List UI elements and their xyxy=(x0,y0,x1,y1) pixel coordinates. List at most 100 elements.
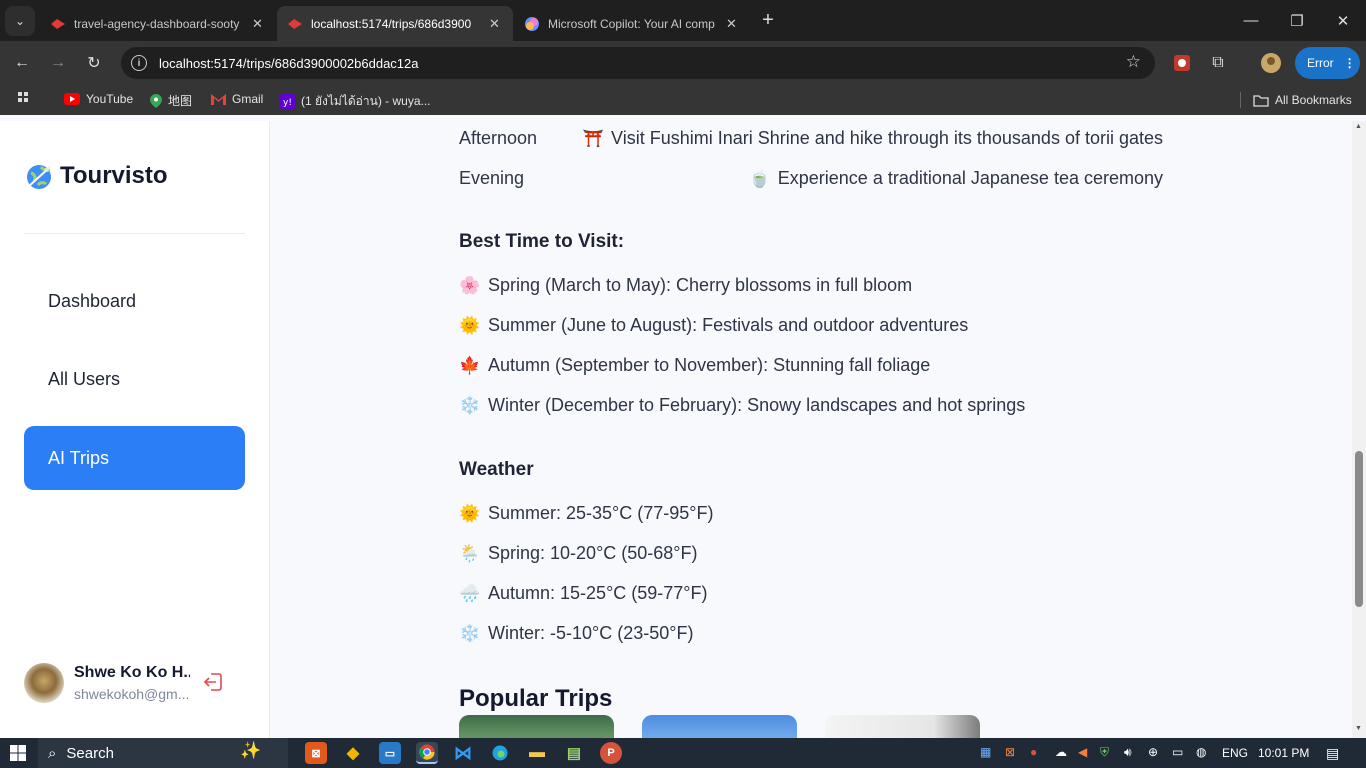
onedrive-icon[interactable]: ☁ xyxy=(1055,745,1067,759)
xampp-icon[interactable]: ⊠ xyxy=(305,742,327,764)
bookmark-star-icon[interactable]: ☆ xyxy=(1126,52,1141,72)
page-viewport: Tourvisto Dashboard All Users AI Trips S… xyxy=(0,121,1352,738)
user-name: Shwe Ko Ko H... xyxy=(74,664,190,681)
xampp-tray-icon[interactable]: ⊠ xyxy=(1005,745,1015,759)
duck-app-icon[interactable]: ◆ xyxy=(342,742,364,764)
volume-icon[interactable]: 🔊︎ xyxy=(1124,745,1132,760)
list-item: 🌞 Summer: 25-35°C (77-95°F) xyxy=(459,503,714,523)
brand-name: Tourvisto xyxy=(60,162,168,189)
extensions-puzzle-icon[interactable]: ⧉ xyxy=(1206,51,1230,75)
error-label: Error xyxy=(1307,56,1334,70)
address-bar[interactable]: i localhost:5174/trips/686d3900002b6ddac… xyxy=(121,47,1155,79)
extension-icon[interactable] xyxy=(1170,51,1194,75)
snowflake-icon: ❄️ xyxy=(459,396,481,415)
restore-button[interactable]: ❐ xyxy=(1274,0,1320,41)
notification-icon[interactable]: ▤ xyxy=(1326,745,1339,762)
list-item: ❄️ Winter: -5-10°C (23-50°F) xyxy=(459,623,694,643)
file-explorer-icon[interactable]: ▬ xyxy=(526,742,548,764)
language-indicator[interactable]: ENG xyxy=(1222,746,1248,760)
bookmarks-bar: YouTube 地图 Gmail y! (1 ยังไม่ได้อ่าน) - w… xyxy=(0,85,1366,115)
yahoo-icon: y! xyxy=(280,94,295,109)
bookmark-maps[interactable]: 地图 xyxy=(150,92,192,109)
trip-card-image[interactable] xyxy=(825,715,980,738)
browser-tab-strip: ⌄ travel-agency-dashboard-sooty ✕ localh… xyxy=(0,0,1366,41)
avatar[interactable] xyxy=(24,663,64,703)
user-profile: Shwe Ko Ko H... shwekokoh@gm... xyxy=(24,663,190,703)
schedule-time: Afternoon xyxy=(459,128,538,148)
browser-toolbar: ← → ↻ i localhost:5174/trips/686d3900002… xyxy=(0,41,1366,85)
best-time-heading: Best Time to Visit: xyxy=(459,231,625,252)
profile-avatar[interactable] xyxy=(1259,51,1283,75)
new-tab-button[interactable]: + xyxy=(758,9,778,32)
back-button[interactable]: ← xyxy=(10,51,34,75)
desktop-icon[interactable]: ▭ xyxy=(379,742,401,764)
close-icon[interactable]: ✕ xyxy=(489,16,500,32)
sparkle-icon: ✨ xyxy=(240,741,262,760)
bookmark-yahoo[interactable]: y! (1 ยังไม่ได้อ่าน) - wuya... xyxy=(280,92,431,111)
tab-favicon xyxy=(287,16,303,32)
browser-tab-3[interactable]: Microsoft Copilot: Your AI comp ✕ xyxy=(514,6,750,41)
presentation-app-icon[interactable]: P xyxy=(600,742,622,764)
globe-icon[interactable]: ⊕ xyxy=(1148,745,1158,759)
folder-icon xyxy=(1253,94,1269,107)
maple-leaf-icon: 🍁 xyxy=(459,356,481,375)
page-scrollbar[interactable]: ▲ ▼ xyxy=(1352,121,1366,738)
sidebar-item-dashboard[interactable]: Dashboard xyxy=(24,269,245,333)
site-info-icon[interactable]: i xyxy=(131,55,147,71)
gmail-icon xyxy=(211,93,226,105)
scrollbar-thumb[interactable] xyxy=(1355,451,1363,607)
tab-search-button[interactable]: ⌄ xyxy=(5,5,35,36)
weather-heading: Weather xyxy=(459,459,534,480)
clock[interactable]: 10:01 PM xyxy=(1258,746,1309,760)
scroll-up-icon[interactable]: ▲ xyxy=(1355,123,1362,130)
sun-icon: 🌞 xyxy=(459,504,481,523)
youtube-icon xyxy=(64,93,80,105)
trip-card-image[interactable] xyxy=(459,715,614,738)
brand-logo[interactable]: Tourvisto xyxy=(24,161,168,191)
apps-grid-icon[interactable] xyxy=(18,92,34,106)
user-email: shwekokoh@gm... xyxy=(74,686,190,702)
scroll-down-icon[interactable]: ▼ xyxy=(1355,725,1362,732)
popular-trips-heading: Popular Trips xyxy=(459,685,613,712)
edge-icon[interactable] xyxy=(489,742,511,764)
snowflake-icon: ❄️ xyxy=(459,624,481,643)
tab-favicon xyxy=(50,16,66,32)
copilot-icon xyxy=(524,16,540,32)
globe-plane-icon xyxy=(27,165,51,189)
browser-tab-2[interactable]: localhost:5174/trips/686d3900 ✕ xyxy=(277,6,513,41)
vscode-icon[interactable]: ⋈ xyxy=(452,742,474,764)
chrome-icon[interactable] xyxy=(416,742,438,764)
wifi-icon[interactable]: ◍ xyxy=(1196,745,1206,759)
list-item: 🌸 Spring (March to May): Cherry blossoms … xyxy=(459,275,913,295)
close-window-button[interactable]: ✕ xyxy=(1320,0,1366,41)
forward-button[interactable]: → xyxy=(46,51,70,75)
sidebar-item-ai-trips[interactable]: AI Trips xyxy=(24,426,245,490)
taskbar-search[interactable]: ⌕ Search ✨ xyxy=(38,738,288,768)
notepad-icon[interactable]: ▤ xyxy=(563,742,585,764)
logout-icon[interactable] xyxy=(202,671,224,693)
error-button[interactable]: Error ⋮ xyxy=(1295,47,1360,79)
battery-icon[interactable]: ▭ xyxy=(1172,745,1183,759)
minimize-button[interactable]: — xyxy=(1228,0,1274,41)
windows-start-icon[interactable] xyxy=(10,745,26,761)
schedule-time: Evening xyxy=(459,168,525,188)
tray-app-icon[interactable]: ● xyxy=(1030,745,1037,759)
browser-tab-1[interactable]: travel-agency-dashboard-sooty ✕ xyxy=(40,6,276,41)
url-text[interactable]: localhost:5174/trips/686d3900002b6ddac12… xyxy=(159,56,419,71)
close-icon[interactable]: ✕ xyxy=(252,16,263,32)
bookmark-gmail[interactable]: Gmail xyxy=(211,92,263,106)
close-icon[interactable]: ✕ xyxy=(726,16,737,32)
sidebar-item-all-users[interactable]: All Users xyxy=(24,347,245,411)
trip-card-image[interactable] xyxy=(642,715,797,738)
list-item: 🌞 Summer (June to August): Festivals and … xyxy=(459,315,969,335)
network-settings-icon[interactable]: ▦ xyxy=(980,745,991,759)
map-pin-icon xyxy=(150,93,162,108)
bookmark-youtube[interactable]: YouTube xyxy=(64,92,133,106)
tab-title: travel-agency-dashboard-sooty xyxy=(74,16,240,31)
all-bookmarks[interactable]: All Bookmarks xyxy=(1240,92,1352,108)
audio-tray-icon[interactable]: ◀ xyxy=(1078,745,1087,759)
more-menu-icon: ⋮ xyxy=(1343,56,1356,70)
reload-button[interactable]: ↻ xyxy=(82,51,106,75)
cherry-blossom-icon: 🌸 xyxy=(459,276,481,295)
security-shield-icon[interactable]: ⛨ xyxy=(1100,745,1109,760)
